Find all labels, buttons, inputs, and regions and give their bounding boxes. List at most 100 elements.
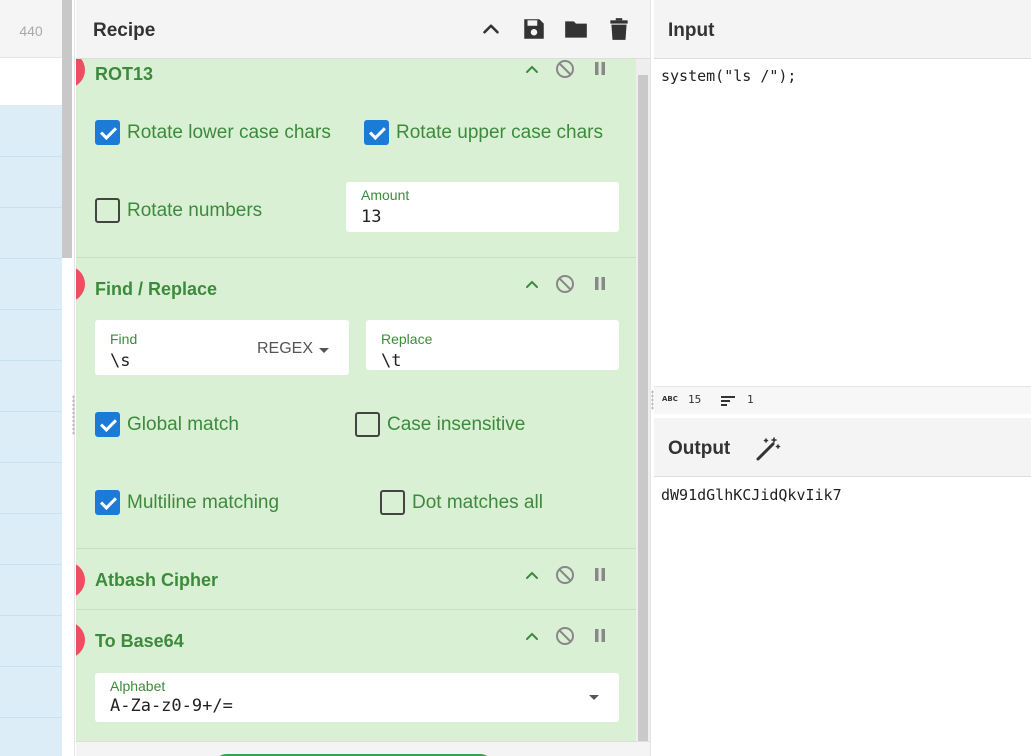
pause-icon[interactable] <box>590 565 610 585</box>
lines-icon <box>721 396 735 406</box>
recipe-scrollbar[interactable] <box>636 59 650 756</box>
operations-list[interactable] <box>0 106 62 756</box>
field-label: Replace <box>381 331 433 347</box>
disable-icon[interactable] <box>555 274 575 294</box>
output-textarea[interactable]: dW91dGlhKCJidQkvIik7 <box>661 486 842 504</box>
disable-icon[interactable] <box>555 565 575 585</box>
find-field[interactable]: Find \s REGEX <box>95 320 349 375</box>
operation-atbash[interactable]: Atbash Cipher <box>76 549 636 610</box>
multiline-checkbox[interactable]: Multiline matching <box>95 490 279 515</box>
checkbox-label: Rotate lower case chars <box>127 121 331 143</box>
list-item[interactable] <box>0 106 62 157</box>
checkbox-icon[interactable] <box>95 490 120 515</box>
output-header: Output <box>654 418 1031 477</box>
chevron-down-icon[interactable] <box>589 695 599 700</box>
input-line-count: 1 <box>747 393 754 406</box>
collapse-icon[interactable] <box>522 274 542 294</box>
amount-field[interactable]: Amount 13 <box>346 182 619 232</box>
dot-matches-all-checkbox[interactable]: Dot matches all <box>380 490 543 515</box>
field-value[interactable]: \t <box>381 351 401 371</box>
operation-title: To Base64 <box>95 631 184 651</box>
folder-icon[interactable] <box>563 16 589 42</box>
operations-search-area[interactable] <box>0 58 62 106</box>
checkbox-icon[interactable] <box>95 120 120 145</box>
checkbox-label: Dot matches all <box>412 491 543 513</box>
operation-title: Find / Replace <box>95 279 218 299</box>
checkbox-label: Case insensitive <box>387 413 526 435</box>
field-value[interactable]: \s <box>110 351 130 371</box>
save-icon[interactable] <box>521 16 547 42</box>
disable-icon[interactable] <box>555 626 575 646</box>
input-status-bar: ABC 15 1 <box>654 386 1031 414</box>
regex-dropdown[interactable]: REGEX <box>257 340 313 358</box>
checkbox-icon[interactable] <box>95 412 120 437</box>
operation-to-base64[interactable]: To Base64 Alphabet A-Za-z0-9+/= <box>76 610 636 741</box>
field-label: Find <box>110 331 138 347</box>
operation-find-replace[interactable]: Find / Replace Find \s REGEX Replace \t … <box>76 258 636 549</box>
list-item[interactable] <box>0 616 62 667</box>
list-item[interactable] <box>0 412 62 463</box>
list-item[interactable] <box>0 361 62 412</box>
global-match-checkbox[interactable]: Global match <box>95 412 239 437</box>
collapse-icon[interactable] <box>522 565 542 585</box>
replace-field[interactable]: Replace \t <box>366 320 619 371</box>
checkbox-icon[interactable] <box>355 412 380 437</box>
collapse-icon[interactable] <box>522 59 542 79</box>
operation-rot13[interactable]: ROT13 Rotate lower case chars Rotate upp… <box>76 59 636 258</box>
input-header: Input <box>654 0 1031 59</box>
checkbox-label: Multiline matching <box>127 491 280 513</box>
bake-area <box>76 741 650 756</box>
alphabet-select[interactable]: Alphabet A-Za-z0-9+/= <box>95 673 619 722</box>
chevron-up-icon[interactable] <box>478 16 504 42</box>
output-title: Output <box>668 438 731 459</box>
pause-icon[interactable] <box>590 626 610 646</box>
checkbox-icon[interactable] <box>364 120 389 145</box>
resize-grip[interactable] <box>72 395 75 435</box>
scrollbar-thumb[interactable] <box>638 75 648 742</box>
field-value[interactable]: 13 <box>361 207 381 227</box>
abc-icon: ABC <box>662 395 678 403</box>
list-item[interactable] <box>0 514 62 565</box>
list-item[interactable] <box>0 718 62 756</box>
input-textarea[interactable]: system("ls /"); <box>661 67 796 85</box>
pause-icon[interactable] <box>590 59 610 79</box>
recipe-panel: Recipe ROT13 Rotate lower case chars Rot… <box>76 0 650 756</box>
input-title: Input <box>668 20 715 41</box>
operations-panel: 440 <box>0 0 62 756</box>
list-item[interactable] <box>0 310 62 361</box>
collapse-icon[interactable] <box>522 626 542 646</box>
line-number: 440 <box>0 0 62 58</box>
checkbox-label: Global match <box>127 413 239 435</box>
list-item[interactable] <box>0 667 62 718</box>
list-item[interactable] <box>0 565 62 616</box>
io-panel: Input system("ls /"); ABC 15 1 Output dW… <box>654 0 1031 756</box>
recipe-title: Recipe <box>93 20 156 41</box>
checkbox-icon[interactable] <box>95 198 120 223</box>
input-length: 15 <box>688 393 702 406</box>
rotate-numbers-checkbox[interactable]: Rotate numbers <box>95 198 262 223</box>
pause-icon[interactable] <box>590 274 610 294</box>
rotate-lower-checkbox[interactable]: Rotate lower case chars <box>95 120 331 145</box>
field-label: Alphabet <box>110 678 166 694</box>
case-insensitive-checkbox[interactable]: Case insensitive <box>355 412 525 437</box>
chevron-down-icon[interactable] <box>319 348 329 353</box>
field-value[interactable]: A-Za-z0-9+/= <box>110 696 233 716</box>
panel-divider[interactable] <box>62 0 75 756</box>
list-item[interactable] <box>0 463 62 514</box>
operation-title: ROT13 <box>95 64 154 84</box>
list-item[interactable] <box>0 157 62 208</box>
rotate-upper-checkbox[interactable]: Rotate upper case chars <box>364 120 603 145</box>
checkbox-label: Rotate upper case chars <box>396 121 604 143</box>
field-label: Amount <box>361 187 410 203</box>
checkbox-label: Rotate numbers <box>127 199 263 221</box>
magic-wand-icon[interactable] <box>755 436 781 462</box>
recipe-list: ROT13 Rotate lower case chars Rotate upp… <box>76 59 636 741</box>
recipe-header: Recipe <box>76 0 650 59</box>
list-item[interactable] <box>0 208 62 259</box>
operation-title: Atbash Cipher <box>95 570 219 590</box>
trash-icon[interactable] <box>606 16 632 42</box>
checkbox-icon[interactable] <box>380 490 405 515</box>
operations-scrollbar[interactable] <box>62 0 72 258</box>
disable-icon[interactable] <box>555 59 575 79</box>
list-item[interactable] <box>0 259 62 310</box>
